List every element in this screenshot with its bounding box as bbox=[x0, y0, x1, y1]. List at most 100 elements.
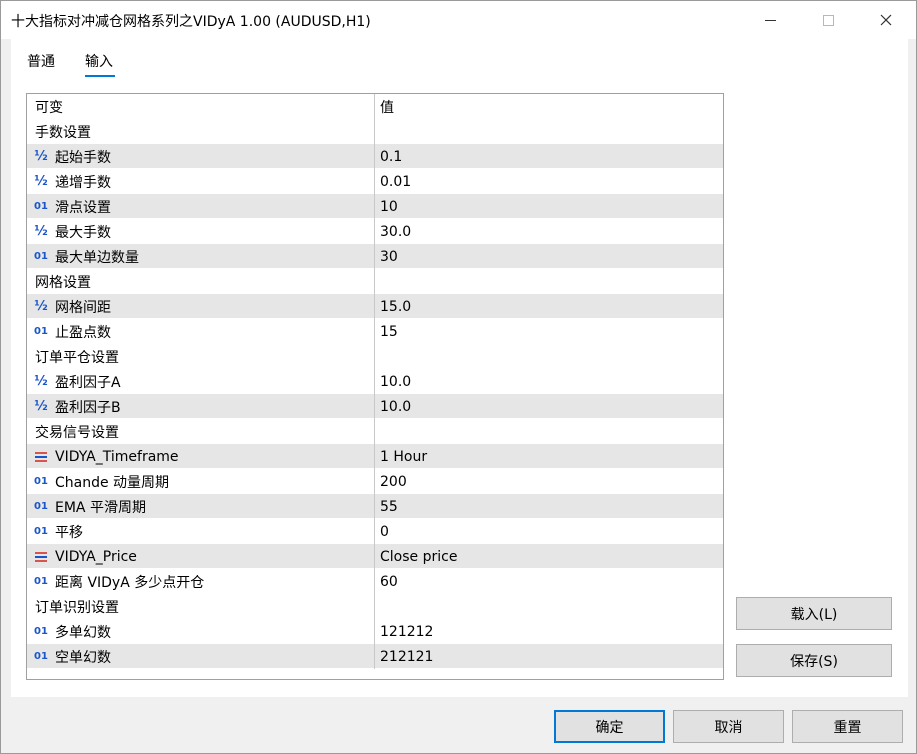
title-bar[interactable]: 十大指标对冲减仓网格系列之VIDyA 1.00 (AUDUSD,H1) bbox=[1, 1, 916, 39]
parameter-value-cell[interactable]: Close price bbox=[376, 544, 723, 569]
tab-inputs[interactable]: 输入 bbox=[85, 51, 113, 71]
table-row[interactable]: 01 平移 0 bbox=[27, 519, 723, 544]
group-row[interactable]: 手数设置 bbox=[27, 119, 723, 144]
parameter-name-cell: 01 最大单边数量 bbox=[27, 244, 375, 269]
table-row[interactable]: VIDYA_Timeframe 1 Hour bbox=[27, 444, 723, 469]
group-row[interactable]: 交易信号设置 bbox=[27, 419, 723, 444]
parameter-name: 盈利因子A bbox=[55, 374, 121, 391]
table-row[interactable]: ½ 盈利因子A 10.0 bbox=[27, 369, 723, 394]
parameter-value-cell[interactable]: 55 bbox=[376, 494, 723, 519]
parameter-name: 最大单边数量 bbox=[55, 249, 139, 266]
table-row[interactable]: ½ 网格间距 15.0 bbox=[27, 294, 723, 319]
parameter-value: 15.0 bbox=[380, 298, 412, 315]
integer-icon: 01 bbox=[34, 626, 48, 637]
group-row[interactable]: 网格设置 bbox=[27, 269, 723, 294]
parameter-name: 最大手数 bbox=[55, 224, 111, 241]
tab-general[interactable]: 普通 bbox=[27, 51, 55, 71]
table-row[interactable]: 01 滑点设置 10 bbox=[27, 194, 723, 219]
parameter-value-cell[interactable]: 30 bbox=[376, 244, 723, 269]
group-row[interactable]: 订单平仓设置 bbox=[27, 344, 723, 369]
parameter-name-cell: 01 多单幻数 bbox=[27, 619, 375, 644]
parameter-name: 多单幻数 bbox=[55, 624, 111, 641]
parameter-value-cell[interactable]: 15 bbox=[376, 319, 723, 344]
parameter-name: 止盈点数 bbox=[55, 324, 111, 341]
integer-icon: 01 bbox=[34, 251, 48, 262]
integer-icon: 01 bbox=[34, 576, 48, 587]
parameter-name-cell: 订单识别设置 bbox=[27, 594, 375, 619]
parameter-value: 10 bbox=[380, 198, 398, 215]
parameter-name-cell: ½ 网格间距 bbox=[27, 294, 375, 319]
fraction-icon: ½ bbox=[34, 149, 48, 164]
table-row[interactable]: 01 空单幻数 212121 bbox=[27, 644, 723, 669]
integer-icon: 01 bbox=[34, 501, 48, 512]
parameter-value-cell[interactable]: 10.0 bbox=[376, 369, 723, 394]
group-label: 订单识别设置 bbox=[35, 599, 119, 616]
parameter-value: Close price bbox=[380, 548, 458, 565]
parameter-value-cell[interactable]: 15.0 bbox=[376, 294, 723, 319]
table-row[interactable]: ½ 盈利因子B 10.0 bbox=[27, 394, 723, 419]
parameter-name-cell: VIDYA_Timeframe bbox=[27, 444, 375, 469]
parameter-name: 递增手数 bbox=[55, 174, 111, 191]
parameter-value-cell[interactable]: 1 Hour bbox=[376, 444, 723, 469]
parameter-value-cell[interactable]: 0.1 bbox=[376, 144, 723, 169]
parameter-name: 盈利因子B bbox=[55, 399, 121, 416]
table-row[interactable]: 01 最大单边数量 30 bbox=[27, 244, 723, 269]
group-label: 手数设置 bbox=[35, 124, 91, 141]
load-button[interactable]: 载入(L) bbox=[736, 597, 892, 630]
parameter-value-cell[interactable]: 121212 bbox=[376, 619, 723, 644]
table-row[interactable]: 01 多单幻数 121212 bbox=[27, 619, 723, 644]
parameter-value: 0 bbox=[380, 523, 389, 540]
parameter-value-cell[interactable]: 60 bbox=[376, 569, 723, 594]
inputs-table: 可变 值 手数设置 ½ 起始手数 0.1 ½ 递增手数 0.01 01 滑点设置 10 ½ 最大手数 3… bbox=[26, 93, 724, 680]
table-row[interactable]: ½ 最大手数 30.0 bbox=[27, 219, 723, 244]
parameter-value: 15 bbox=[380, 323, 398, 340]
parameter-value: 60 bbox=[380, 573, 398, 590]
parameter-value-cell[interactable]: 212121 bbox=[376, 644, 723, 669]
parameter-value-cell[interactable]: 10 bbox=[376, 194, 723, 219]
parameter-name-cell: 手数设置 bbox=[27, 119, 375, 144]
parameter-value-cell[interactable]: 10.0 bbox=[376, 394, 723, 419]
parameter-value: 121212 bbox=[380, 623, 434, 640]
parameter-name: 平移 bbox=[55, 524, 83, 541]
parameter-value: 0.01 bbox=[380, 173, 412, 190]
parameter-name-cell: 01 滑点设置 bbox=[27, 194, 375, 219]
parameter-value-cell[interactable]: 30.0 bbox=[376, 219, 723, 244]
table-row[interactable]: ½ 递增手数 0.01 bbox=[27, 169, 723, 194]
cancel-button[interactable]: 取消 bbox=[673, 710, 784, 743]
parameter-name-cell: ½ 递增手数 bbox=[27, 169, 375, 194]
close-button[interactable] bbox=[857, 1, 915, 39]
ok-button[interactable]: 确定 bbox=[554, 710, 665, 743]
parameter-name-cell: 01 Chande 动量周期 bbox=[27, 469, 375, 494]
parameter-value: 55 bbox=[380, 498, 398, 515]
parameter-value-cell bbox=[376, 119, 723, 144]
integer-icon: 01 bbox=[34, 476, 48, 487]
parameter-name-cell: ½ 最大手数 bbox=[27, 219, 375, 244]
parameter-name-cell: 01 空单幻数 bbox=[27, 644, 375, 669]
enum-list-icon bbox=[27, 451, 55, 462]
parameter-value: 10.0 bbox=[380, 373, 412, 390]
table-row[interactable]: 01 距离 VIDyA 多少点开仓 60 bbox=[27, 569, 723, 594]
parameter-value-cell[interactable]: 0.01 bbox=[376, 169, 723, 194]
parameter-value-cell[interactable]: 200 bbox=[376, 469, 723, 494]
parameter-value-cell bbox=[376, 419, 723, 444]
table-row[interactable]: 01 Chande 动量周期 200 bbox=[27, 469, 723, 494]
group-row[interactable]: 订单识别设置 bbox=[27, 594, 723, 619]
table-row[interactable]: 01 止盈点数 15 bbox=[27, 319, 723, 344]
parameter-name-cell: 01 止盈点数 bbox=[27, 319, 375, 344]
parameter-name: 网格间距 bbox=[55, 299, 111, 316]
parameter-name-cell: 01 平移 bbox=[27, 519, 375, 544]
header-name-label: 可变 bbox=[35, 99, 63, 116]
reset-button[interactable]: 重置 bbox=[792, 710, 903, 743]
parameter-name: 起始手数 bbox=[55, 149, 111, 166]
header-name-cell[interactable]: 可变 bbox=[27, 94, 375, 119]
save-button[interactable]: 保存(S) bbox=[736, 644, 892, 677]
table-row[interactable]: VIDYA_Price Close price bbox=[27, 544, 723, 569]
header-value-cell[interactable]: 值 bbox=[376, 94, 723, 119]
integer-icon: 01 bbox=[34, 326, 48, 337]
table-row[interactable]: ½ 起始手数 0.1 bbox=[27, 144, 723, 169]
table-row[interactable]: 01 EMA 平滑周期 55 bbox=[27, 494, 723, 519]
parameter-name-cell: ½ 盈利因子A bbox=[27, 369, 375, 394]
parameter-value-cell[interactable]: 0 bbox=[376, 519, 723, 544]
minimize-button[interactable] bbox=[741, 1, 799, 39]
group-label: 交易信号设置 bbox=[35, 424, 119, 441]
